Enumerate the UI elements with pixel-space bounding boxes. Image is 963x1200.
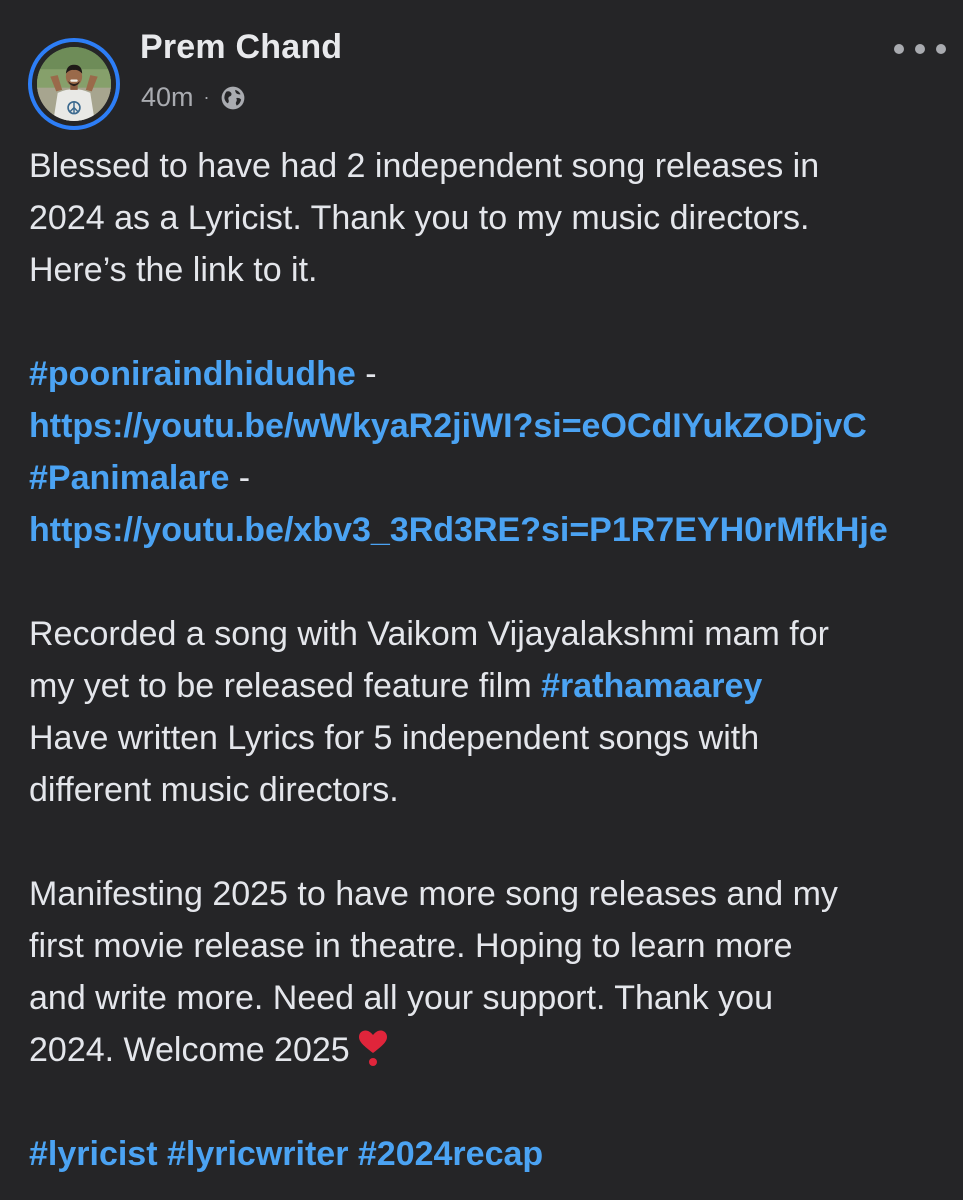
- hashtag-link-2024recap[interactable]: #2024recap: [358, 1135, 543, 1173]
- body-text-span: 2024. Welcome 2025: [29, 1031, 350, 1069]
- link-dash: -: [355, 355, 377, 393]
- hashtag-link-pooniraindhidudhe[interactable]: #pooniraindhidudhe: [29, 355, 356, 393]
- body-line: Have written Lyrics for 5 independent so…: [29, 719, 760, 757]
- author-name[interactable]: Prem Chand: [140, 28, 342, 67]
- hashtags-line: #lyricist #lyricwriter #2024recap: [29, 1128, 963, 1180]
- facebook-post: Prem Chand 40m · Blessed to have had 2 i…: [0, 0, 963, 1200]
- hashtag-link-panimalare[interactable]: #Panimalare: [29, 459, 229, 497]
- post-meta: 40m ·: [141, 82, 246, 113]
- body-line: first movie release in theatre. Hoping t…: [29, 927, 793, 965]
- more-dot: [936, 44, 946, 54]
- youtube-link-1[interactable]: https://youtu.be/wWkyaR2jiWI?si=eOCdIYuk…: [29, 407, 867, 445]
- post-time[interactable]: 40m: [141, 82, 194, 113]
- body-line: Here’s the link to it.: [29, 251, 318, 289]
- link-url-line: https://youtu.be/xbv3_3Rd3RE?si=P1R7EYH0…: [29, 504, 963, 556]
- youtube-link-2[interactable]: https://youtu.be/xbv3_3Rd3RE?si=P1R7EYH0…: [29, 511, 888, 549]
- more-options-button[interactable]: [894, 34, 946, 64]
- body-line: different music directors.: [29, 771, 399, 809]
- heart-exclamation-icon: [358, 1030, 387, 1066]
- meta-separator: ·: [203, 87, 210, 107]
- link-dash: -: [229, 459, 251, 497]
- hashtag-link-lyricist[interactable]: #lyricist: [29, 1135, 158, 1173]
- globe-icon[interactable]: [220, 85, 246, 111]
- body-line: 2024. Welcome 2025: [29, 1024, 963, 1076]
- more-dot: [915, 44, 925, 54]
- hashtag-link-lyricwriter[interactable]: #lyricwriter: [167, 1135, 348, 1173]
- body-line: 2024 as a Lyricist. Thank you to my musi…: [29, 199, 810, 237]
- body-line: Manifesting 2025 to have more song relea…: [29, 875, 838, 913]
- body-line: Blessed to have had 2 independent song r…: [29, 147, 820, 185]
- hashtag-link-rathamaarey[interactable]: #rathamaarey: [541, 667, 762, 705]
- body-text-span: my yet to be released feature film: [29, 667, 542, 705]
- body-line: and write more. Need all your support. T…: [29, 979, 773, 1017]
- body-line: my yet to be released feature film #rath…: [29, 660, 963, 712]
- body-line: Recorded a song with Vaikom Vijayalakshm…: [29, 615, 829, 653]
- post-header: Prem Chand 40m ·: [28, 28, 948, 130]
- profile-photo-illustration: [37, 47, 111, 121]
- profile-photo: [37, 47, 111, 121]
- post-body: Blessed to have had 2 independent song r…: [29, 140, 963, 1180]
- link-url-line: https://youtu.be/wWkyaR2jiWI?si=eOCdIYuk…: [29, 400, 963, 452]
- link-hashtag-line: #Panimalare -: [29, 452, 963, 504]
- link-hashtag-line: #pooniraindhidudhe -: [29, 348, 963, 400]
- avatar[interactable]: [28, 38, 120, 130]
- more-dot: [894, 44, 904, 54]
